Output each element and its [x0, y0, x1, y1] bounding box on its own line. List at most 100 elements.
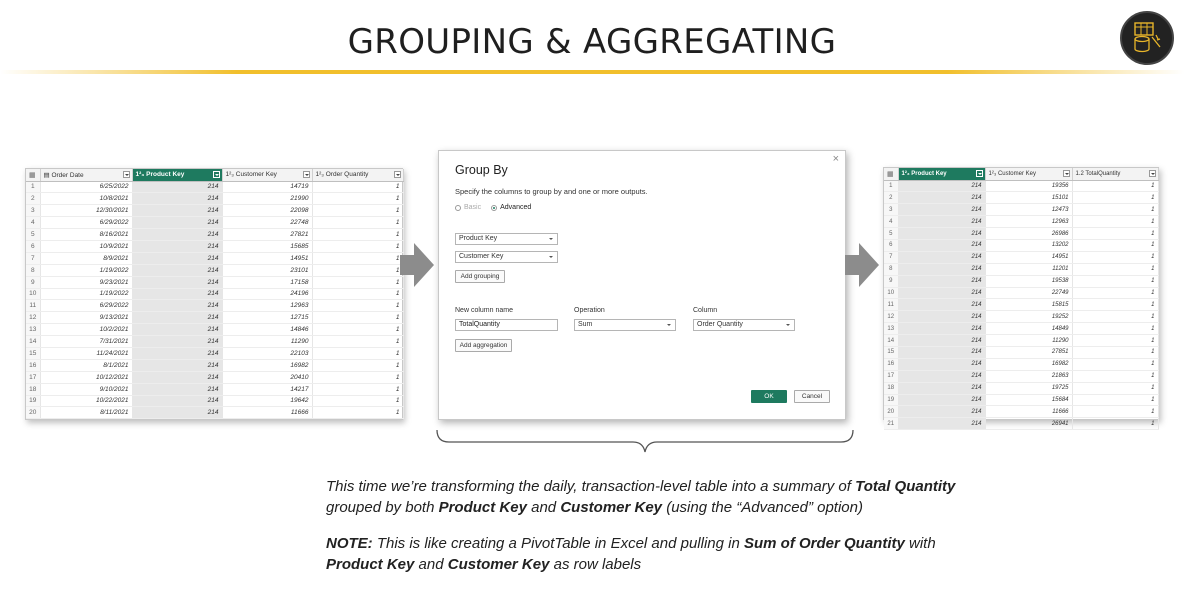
row-index[interactable]: 13: [26, 323, 41, 337]
row-index[interactable]: 1: [26, 181, 41, 194]
group-by-select-2[interactable]: Customer Key: [455, 251, 558, 263]
row-index[interactable]: 17: [26, 371, 41, 384]
row-index[interactable]: 13: [884, 322, 899, 336]
row-index[interactable]: 5: [26, 228, 41, 241]
table-cell: 1: [1072, 370, 1159, 383]
table-row: 10 214 22749 1: [884, 287, 1159, 300]
row-index[interactable]: 20: [884, 405, 899, 419]
row-index[interactable]: 9: [26, 276, 41, 289]
row-index[interactable]: 11: [884, 298, 899, 312]
row-index[interactable]: 16: [26, 359, 41, 372]
table-cell: 1: [312, 276, 404, 289]
row-index[interactable]: 12: [26, 311, 41, 325]
row-index[interactable]: 4: [884, 215, 899, 229]
row-index[interactable]: 3: [26, 204, 41, 218]
row-index[interactable]: 19: [884, 394, 899, 407]
col-header-order-date[interactable]: ▤ Order Date: [40, 169, 133, 182]
column-filter-dropdown-icon[interactable]: [1062, 170, 1070, 177]
table-row: 19 10/22/2021 214 19642 1: [26, 395, 404, 408]
column-select[interactable]: Order Quantity: [693, 319, 795, 331]
row-index[interactable]: 6: [26, 240, 41, 253]
col-header-order-quantity[interactable]: 1²₃ Order Quantity: [312, 169, 404, 182]
row-index[interactable]: 18: [26, 383, 41, 396]
cancel-button[interactable]: Cancel: [794, 390, 830, 403]
decimal-type-icon: 1.2: [1075, 170, 1084, 177]
table-cell: 10/22/2021: [40, 395, 133, 408]
row-index[interactable]: 7: [26, 252, 41, 265]
chevron-down-icon: [667, 324, 671, 326]
new-column-name-input[interactable]: TotalQuantity: [455, 319, 558, 331]
chevron-down-icon: [786, 324, 790, 326]
table-cell: 1: [312, 216, 404, 230]
column-filter-dropdown-icon[interactable]: [122, 171, 130, 178]
table-cell: 11201: [985, 263, 1073, 276]
row-index[interactable]: 19: [26, 395, 41, 408]
column-filter-dropdown-icon[interactable]: [975, 170, 983, 177]
col-header-customer-key[interactable]: 1²₃ Customer Key: [222, 169, 313, 182]
column-filter-dropdown-icon[interactable]: [1148, 170, 1156, 177]
row-index[interactable]: 3: [884, 203, 899, 217]
row-index[interactable]: 7: [884, 251, 899, 264]
table-cell: 11290: [985, 334, 1073, 347]
column-filter-dropdown-icon[interactable]: [212, 171, 220, 178]
row-index[interactable]: 2: [884, 191, 899, 205]
row-index[interactable]: 15: [26, 347, 41, 360]
table-corner[interactable]: ▦: [884, 168, 899, 181]
row-index[interactable]: 12: [884, 310, 899, 324]
col-header-product-key[interactable]: 1²₃ Product Key: [132, 169, 223, 182]
row-index[interactable]: 4: [26, 216, 41, 230]
table-row: 7 8/9/2021 214 14951 1: [26, 252, 404, 265]
row-index[interactable]: 5: [884, 227, 899, 240]
table-cell: 19538: [985, 275, 1073, 288]
row-index[interactable]: 18: [884, 382, 899, 395]
table-cell: 14951: [985, 251, 1073, 264]
table-cell: 214: [898, 334, 986, 347]
table-cell: 1: [1072, 358, 1159, 371]
row-index[interactable]: 8: [26, 264, 41, 277]
table-cell: 17158: [222, 276, 313, 289]
table-corner[interactable]: ▦: [26, 169, 41, 182]
col-header-customer-key[interactable]: 1²₃ Customer Key: [985, 168, 1073, 181]
table-cell: 214: [898, 227, 986, 240]
chevron-down-icon: [549, 256, 553, 258]
row-index[interactable]: 14: [884, 334, 899, 347]
ok-button[interactable]: OK: [751, 390, 787, 403]
row-index[interactable]: 2: [26, 192, 41, 206]
add-aggregation-button[interactable]: Add aggregation: [455, 339, 512, 352]
column-filter-dropdown-icon[interactable]: [302, 171, 310, 178]
table-cell: 19252: [985, 310, 1073, 324]
column-filter-dropdown-icon[interactable]: [393, 171, 401, 178]
table-cell: 1: [1072, 239, 1159, 252]
table-cell: 214: [898, 298, 986, 312]
col-header-product-key[interactable]: 1²₃ Product Key: [898, 168, 986, 181]
row-index[interactable]: 10: [884, 287, 899, 300]
row-index[interactable]: 9: [884, 275, 899, 288]
row-index[interactable]: 14: [26, 335, 41, 348]
group-by-select-1[interactable]: Product Key: [455, 233, 558, 245]
operation-select[interactable]: Sum: [574, 319, 676, 331]
table-cell: 1: [1072, 227, 1159, 240]
row-index[interactable]: 21: [884, 417, 899, 431]
col-header-total-quantity[interactable]: 1.2 TotalQuantity: [1072, 168, 1159, 181]
table-cell: 12963: [985, 215, 1073, 229]
close-icon[interactable]: ×: [833, 153, 839, 165]
row-index[interactable]: 8: [884, 263, 899, 276]
table-row: 7 214 14951 1: [884, 251, 1159, 264]
table-cell: 214: [898, 203, 986, 217]
row-index[interactable]: 16: [884, 358, 899, 371]
row-index[interactable]: 1: [884, 180, 899, 193]
row-index[interactable]: 10: [26, 288, 41, 301]
table-cell: 1: [312, 359, 404, 372]
table-cell: 15815: [985, 298, 1073, 312]
radio-advanced[interactable]: Advanced: [491, 204, 531, 211]
row-index[interactable]: 15: [884, 346, 899, 359]
table-row: 17 10/12/2021 214 20410 1: [26, 371, 404, 384]
add-grouping-button[interactable]: Add grouping: [455, 270, 505, 283]
table-row: 17 214 21863 1: [884, 370, 1159, 383]
row-index[interactable]: 6: [884, 239, 899, 252]
row-index[interactable]: 11: [26, 299, 41, 313]
row-index[interactable]: 17: [884, 370, 899, 383]
radio-basic[interactable]: Basic: [455, 204, 481, 211]
table-cell: 1: [312, 204, 404, 218]
row-index[interactable]: 20: [26, 406, 41, 420]
